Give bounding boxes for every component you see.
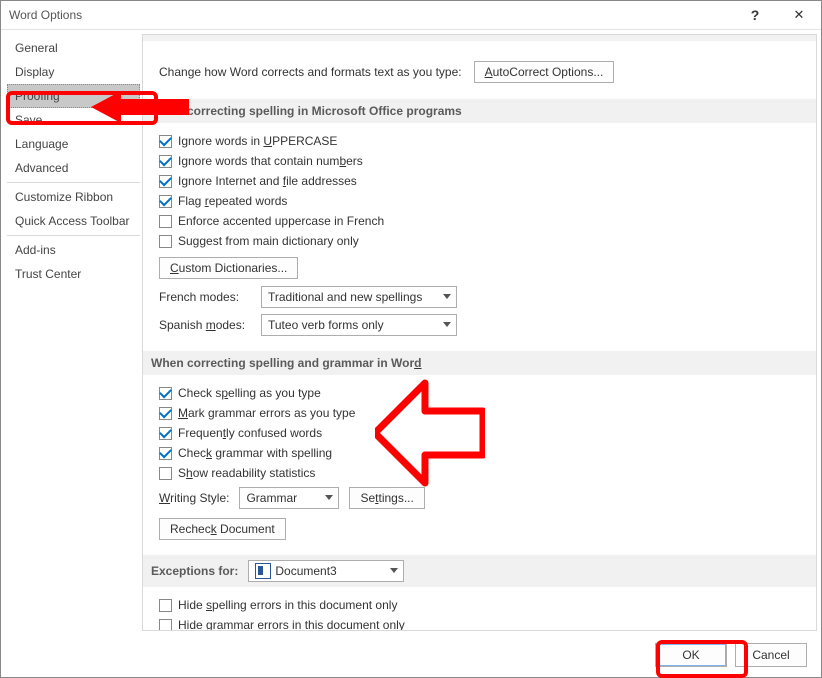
chk-ignore-uppercase[interactable]: [159, 135, 172, 148]
sidebar-item-general[interactable]: General: [7, 36, 140, 60]
close-icon: ✕: [794, 7, 805, 23]
sidebar-item-quick-access-toolbar[interactable]: Quick Access Toolbar: [7, 209, 140, 233]
sidebar-separator: [7, 182, 140, 183]
lbl-ignore-internet: Ignore Internet and file addresses: [178, 174, 357, 188]
lbl-enforce-accented: Enforce accented uppercase in French: [178, 214, 384, 228]
lbl-hide-grammar-errors: Hide grammar errors in this document onl…: [178, 618, 405, 631]
chk-check-spelling[interactable]: [159, 387, 172, 400]
help-button[interactable]: ?: [733, 1, 777, 29]
sidebar-item-save[interactable]: Save: [7, 108, 140, 132]
chk-ignore-numbers[interactable]: [159, 155, 172, 168]
lbl-confused-words: Frequently confused words: [178, 426, 322, 440]
section-exceptions: Exceptions for: Document3: [143, 555, 816, 587]
lbl-readability: Show readability statistics: [178, 466, 315, 480]
chk-flag-repeated[interactable]: [159, 195, 172, 208]
french-modes-select[interactable]: Traditional and new spellings: [261, 286, 457, 308]
ok-button[interactable]: OK: [655, 643, 727, 667]
scroll-area[interactable]: Change how Word corrects and formats tex…: [143, 34, 817, 631]
lbl-grammar-with-spelling: Check grammar with spelling: [178, 446, 332, 460]
help-icon: ?: [751, 7, 760, 23]
sidebar-item-language[interactable]: Language: [7, 132, 140, 156]
recheck-document-button[interactable]: Recheck DocumentRecheck Document: [159, 518, 286, 540]
exceptions-document-select[interactable]: Document3: [248, 560, 404, 582]
chk-grammar-with-spelling[interactable]: [159, 447, 172, 460]
autocorrect-options-button[interactable]: AAutoCorrect Options...utoCorrect Option…: [474, 61, 615, 83]
cancel-button[interactable]: Cancel: [735, 643, 807, 667]
word-options-dialog: Word Options ? ✕ General Display Proofin…: [0, 0, 822, 678]
writing-style-label: Writing Style:Writing Style:: [159, 491, 229, 505]
sidebar-item-customize-ribbon[interactable]: Customize Ribbon: [7, 185, 140, 209]
chk-readability[interactable]: [159, 467, 172, 480]
close-button[interactable]: ✕: [777, 1, 821, 29]
lbl-ignore-numbers: Ignore words that contain numbers: [178, 154, 363, 168]
sidebar-separator: [7, 235, 140, 236]
french-modes-label: French modes:: [159, 290, 255, 304]
custom-dictionaries-button[interactable]: Custom Dictionaries...Custom Dictionarie…: [159, 257, 298, 279]
section-word-grammar: When correcting spelling and grammar in …: [143, 351, 816, 375]
section-office-programs: When correcting spelling in Microsoft Of…: [143, 99, 816, 123]
spanish-modes-select[interactable]: Tuteo verb forms only: [261, 314, 457, 336]
chk-suggest-main-dict[interactable]: [159, 235, 172, 248]
chk-mark-grammar[interactable]: [159, 407, 172, 420]
settings-button[interactable]: Settings...Settings...: [349, 487, 424, 509]
autocorrect-intro: Change how Word corrects and formats tex…: [143, 41, 816, 99]
sidebar-item-proofing[interactable]: Proofing: [7, 84, 140, 108]
titlebar: Word Options ? ✕: [1, 1, 821, 30]
options-sidebar: General Display Proofing Save Language A…: [5, 34, 143, 631]
chk-hide-grammar-errors[interactable]: [159, 619, 172, 632]
chk-ignore-internet[interactable]: [159, 175, 172, 188]
sidebar-item-advanced[interactable]: Advanced: [7, 156, 140, 180]
content-area: Change how Word corrects and formats tex…: [143, 34, 817, 631]
intro-text: Change how Word corrects and formats tex…: [159, 65, 462, 79]
sidebar-item-add-ins[interactable]: Add-ins: [7, 238, 140, 262]
lbl-ignore-uppercase: Ignore words in UPPERCASE: [178, 134, 337, 148]
sidebar-item-display[interactable]: Display: [7, 60, 140, 84]
spanish-modes-label: Spanish modes:: [159, 318, 255, 332]
lbl-mark-grammar: Mark grammar errors as you type: [178, 406, 355, 420]
exceptions-label: Exceptions for:: [151, 564, 238, 578]
sidebar-item-trust-center[interactable]: Trust Center: [7, 262, 140, 286]
dialog-footer: OK Cancel: [1, 635, 821, 677]
writing-style-select[interactable]: Grammar: [239, 487, 339, 509]
chk-hide-spelling-errors[interactable]: [159, 599, 172, 612]
lbl-flag-repeated: Flag repeated words: [178, 194, 287, 208]
chk-enforce-accented[interactable]: [159, 215, 172, 228]
lbl-hide-spelling-errors: Hide spelling errors in this document on…: [178, 598, 397, 612]
lbl-check-spelling: Check spelling as you type: [178, 386, 321, 400]
word-document-icon: [255, 563, 271, 579]
chk-confused-words[interactable]: [159, 427, 172, 440]
dialog-title: Word Options: [9, 8, 733, 22]
lbl-suggest-main-dict: Suggest from main dictionary only: [178, 234, 359, 248]
